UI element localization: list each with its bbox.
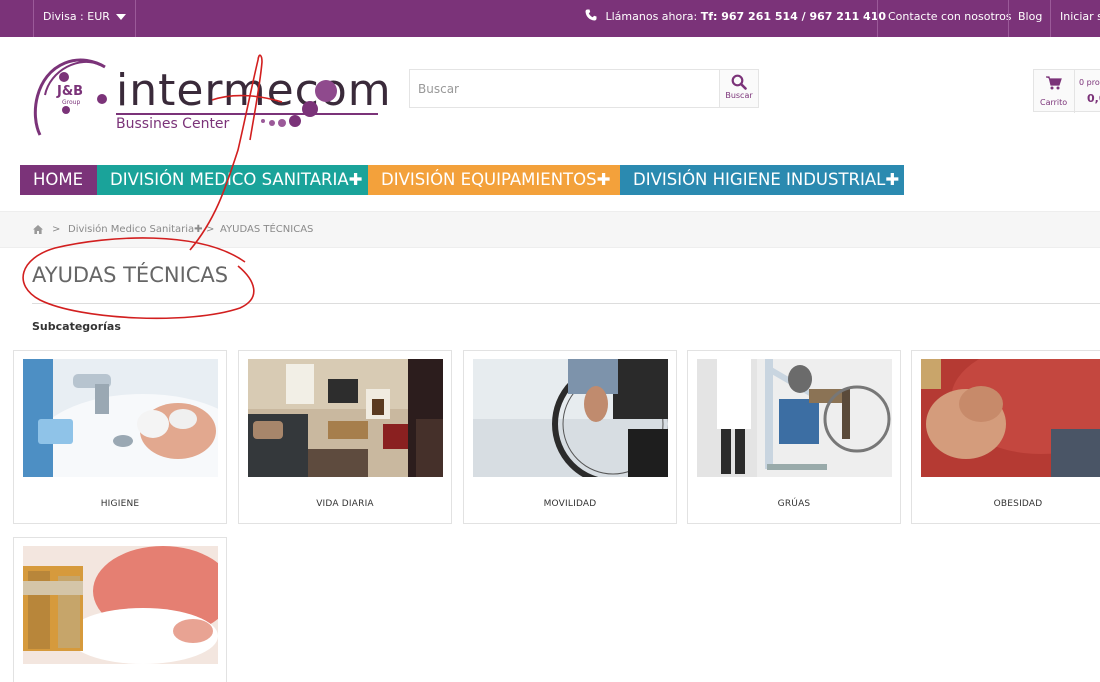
logo-group-sub: Group [62, 99, 80, 106]
subcategory-image[interactable] [23, 546, 218, 664]
subcategory-card-gruas[interactable]: GRÚAS [687, 350, 901, 524]
search-box [409, 69, 720, 108]
breadcrumb-parent-link[interactable]: División Medico Sanitaria✚ [68, 224, 203, 235]
sign-in-link[interactable]: Iniciar s [1060, 0, 1100, 37]
breadcrumb: > División Medico Sanitaria✚ > AYUDAS TÉ… [0, 211, 1100, 248]
subcategory-label[interactable]: VIDA DIARIA [239, 499, 451, 509]
subcategory-card-movilidad[interactable]: MOVILIDAD [463, 350, 677, 524]
subcategory-label[interactable]: HIGIENE [14, 499, 226, 509]
phone-icon [585, 9, 597, 21]
logo-wordmark: intermecom [116, 65, 390, 116]
search-button[interactable]: Buscar [719, 69, 759, 108]
currency-label: Divisa : EUR [43, 10, 110, 23]
nav-division-higiene-industrial[interactable]: DIVISIÓN HIGIENE INDUSTRIAL✚ [620, 165, 904, 195]
subcategory-image[interactable] [23, 359, 218, 477]
logo-graphic: J&B Group intermecom Bussines Center [33, 58, 391, 136]
divider [877, 0, 878, 37]
subcategory-card-obesidad[interactable]: OBESIDAD [911, 350, 1100, 524]
subcategory-label[interactable]: GRÚAS [688, 499, 900, 509]
breadcrumb-current: AYUDAS TÉCNICAS [220, 224, 314, 235]
nav-home[interactable]: HOME [20, 165, 97, 195]
breadcrumb-separator: > [52, 224, 61, 235]
subcategory-image[interactable] [921, 359, 1100, 477]
divider [1050, 0, 1051, 37]
divider [32, 303, 1100, 304]
subcategory-card[interactable] [13, 537, 227, 682]
top-bar: Divisa : EUR Llámanos ahora: Tf: 967 261… [0, 0, 1100, 37]
cart-button[interactable]: Carrito 0 pro 0,0 [1033, 69, 1100, 113]
currency-selector[interactable]: Divisa : EUR [33, 0, 135, 37]
blog-link[interactable]: Blog [1018, 0, 1042, 37]
search-input[interactable] [410, 70, 719, 107]
search-icon [731, 74, 747, 90]
breadcrumb-separator: > [206, 224, 215, 235]
subcategories-heading: Subcategorías [32, 320, 121, 333]
home-icon[interactable] [33, 225, 43, 234]
search-button-label: Buscar [725, 91, 753, 100]
call-label: Llámanos ahora: [605, 10, 698, 23]
call-us: Llámanos ahora: Tf: 967 261 514 / 967 21… [585, 0, 886, 37]
cart-total: 0,0 [1087, 92, 1100, 105]
divider [135, 0, 136, 37]
cart-product-count: 0 pro [1079, 78, 1100, 87]
divider [1008, 0, 1009, 37]
subcategory-image[interactable] [697, 359, 892, 477]
divider [1074, 70, 1075, 113]
subcategory-card-higiene[interactable]: HIGIENE [13, 350, 227, 524]
logo-group-text: J&B [56, 84, 83, 99]
subcategory-card-vida-diaria[interactable]: VIDA DIARIA [238, 350, 452, 524]
logo-tagline: Bussines Center [116, 116, 230, 132]
page-title: AYUDAS TÉCNICAS [32, 263, 229, 287]
cart-icon [1046, 76, 1062, 90]
contact-link[interactable]: Contacte con nosotros [888, 0, 1012, 37]
phone-numbers: Tf: 967 261 514 / 967 211 410 [700, 10, 887, 23]
subcategory-image[interactable] [248, 359, 443, 477]
logo[interactable]: J&B Group intermecom Bussines Center [30, 55, 391, 145]
subcategory-label[interactable]: MOVILIDAD [464, 499, 676, 509]
cart-label: Carrito [1040, 98, 1068, 107]
nav-division-equipamientos[interactable]: DIVISIÓN EQUIPAMIENTOS✚ [368, 165, 620, 195]
chevron-down-icon [116, 14, 126, 20]
subcategory-image[interactable] [473, 359, 668, 477]
nav-division-medico-sanitaria[interactable]: DIVISIÓN MEDICO SANITARIA✚ [97, 165, 368, 195]
subcategory-label[interactable]: OBESIDAD [912, 499, 1100, 509]
